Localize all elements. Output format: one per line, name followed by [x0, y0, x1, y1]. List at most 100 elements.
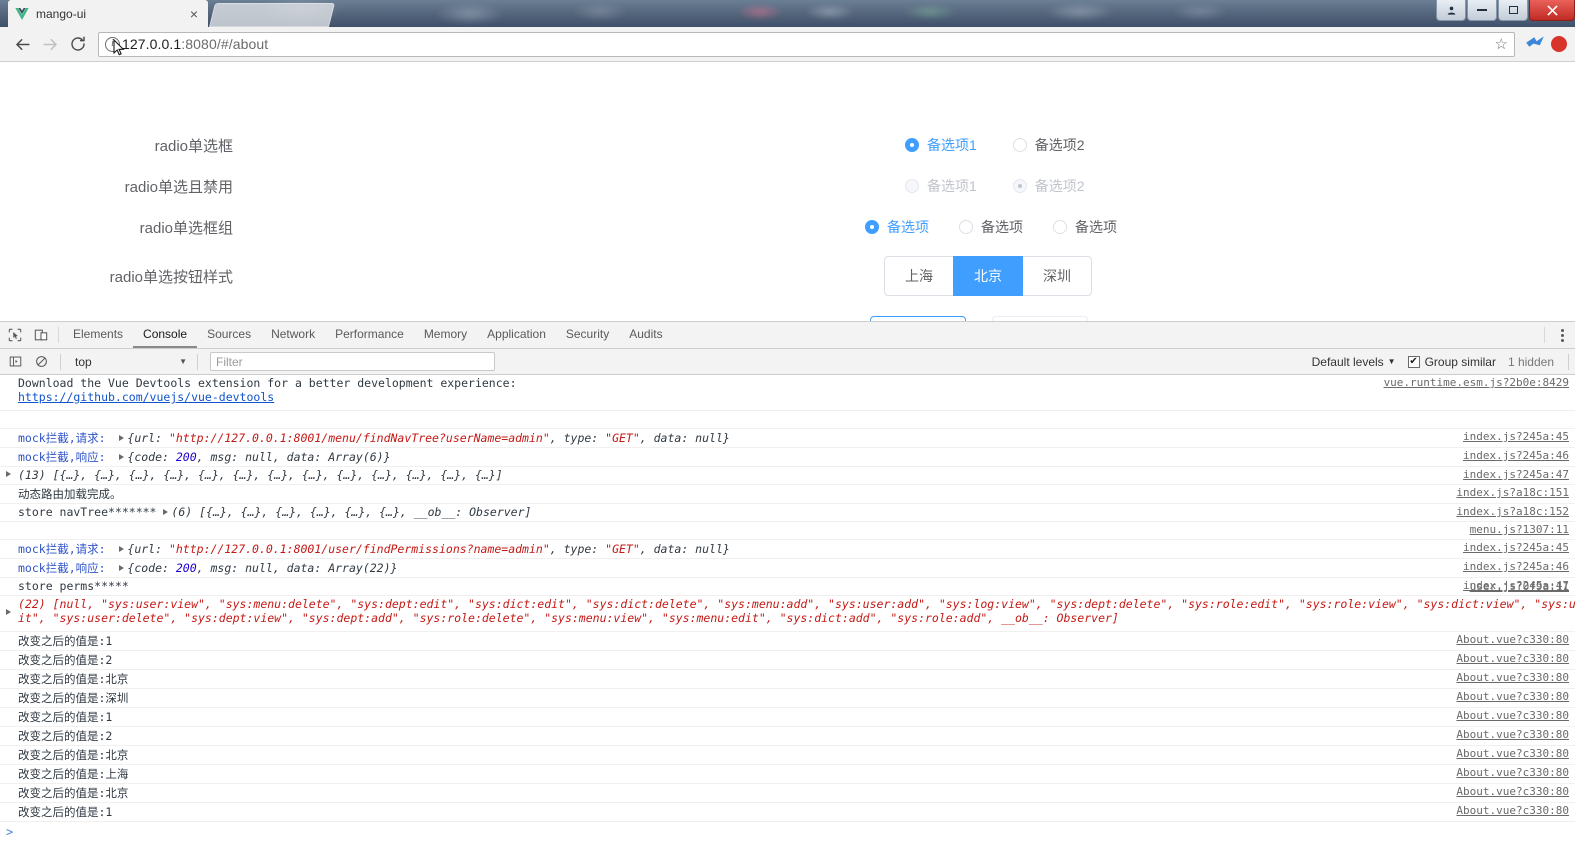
radio-button-beijing[interactable]: 北京 [954, 256, 1023, 296]
console-filter-bar: top ▼ Filter Default levels ▼ ✔ Group si… [0, 349, 1575, 375]
console-source-link[interactable]: index.js?a18c:151 [1456, 486, 1569, 499]
expand-triangle-icon[interactable] [163, 509, 169, 515]
maximize-button[interactable] [1498, 0, 1528, 21]
group-similar-toggle[interactable]: ✔ Group similar [1407, 355, 1496, 369]
tab-sources[interactable]: Sources [197, 322, 261, 348]
close-icon[interactable]: × [186, 6, 202, 22]
console-source-link[interactable]: About.vue?c330:80 [1456, 652, 1569, 665]
obj-mid: , type: [549, 431, 606, 445]
inactive-tab[interactable] [209, 3, 335, 27]
tab-memory[interactable]: Memory [414, 322, 477, 348]
vue-devtools-link[interactable]: https://github.com/vuejs/vue-devtools [18, 390, 274, 404]
tab-audits[interactable]: Audits [619, 322, 672, 348]
console-source-link[interactable]: index.js?a18c:152 [1456, 505, 1569, 518]
radio-button-shanghai[interactable]: 上海 [884, 256, 954, 296]
toolbar-divider [58, 327, 59, 343]
console-output[interactable]: Download the Vue Devtools extension for … [0, 375, 1575, 849]
expand-triangle-icon[interactable] [6, 471, 11, 477]
console-source-link[interactable]: menu.js?1307:11 [1470, 523, 1569, 536]
expand-triangle-icon[interactable] [119, 435, 125, 441]
expand-triangle-icon[interactable] [119, 546, 125, 552]
radio-option-2[interactable]: 备选项2 [1012, 135, 1085, 155]
inspect-element-icon[interactable] [2, 322, 28, 348]
obj-pre: {url: [127, 431, 169, 445]
url-host: 127.0.0.1 [122, 36, 182, 52]
context-selector[interactable]: top ▼ [71, 353, 191, 371]
minimize-button[interactable] [1467, 0, 1497, 21]
console-source-link[interactable]: index.js?245a:45 [1463, 430, 1569, 443]
console-source-link[interactable]: About.vue?c330:80 [1456, 709, 1569, 722]
radio-group-option-2[interactable]: 备选项 [959, 217, 1023, 237]
tab-network[interactable]: Network [261, 322, 325, 348]
group-similar-checkbox[interactable]: ✔ [1407, 355, 1420, 368]
tab-performance[interactable]: Performance [325, 322, 414, 348]
radio-group-option-1[interactable]: 备选项 [865, 217, 929, 237]
bookmark-star-icon[interactable]: ☆ [1495, 35, 1508, 53]
address-bar[interactable]: i 127.0.0.1:8080/#/about ☆ [98, 31, 1515, 57]
mock-tag: mock拦截,响应: [18, 450, 106, 464]
context-selector-value: top [75, 354, 92, 369]
console-source-link[interactable]: About.vue?c330:80 [1456, 690, 1569, 703]
radio-group-option-3[interactable]: 备选项 [1053, 217, 1117, 237]
console-source-link[interactable]: About.vue?c330:80 [1456, 747, 1569, 760]
console-message-change-log: 改变之后的值是:上海 About.vue?c330:80 [0, 765, 1575, 784]
vue-tip-line1: Download the Vue Devtools extension for … [18, 376, 517, 390]
console-prompt[interactable]: > [0, 822, 1575, 842]
console-source-link[interactable]: About.vue?c330:80 [1456, 804, 1569, 817]
console-source-link[interactable]: vue.runtime.esm.js?2b0e:8429 [1384, 376, 1569, 389]
console-source-link[interactable]: index.js?245a:45 [1463, 541, 1569, 554]
radio-disabled-option-1: 备选项1 [905, 176, 977, 196]
obj-end: , data: null} [639, 542, 730, 556]
clear-console-icon[interactable] [28, 355, 54, 368]
console-source-link[interactable]: About.vue?c330:80 [1456, 633, 1569, 646]
console-source-link[interactable]: user.js?0f9a:11 [1470, 580, 1569, 593]
console-source-link[interactable]: About.vue?c330:80 [1456, 785, 1569, 798]
chevron-down-icon: ▼ [179, 357, 187, 366]
bordered-radio-option-1[interactable]: 备选项 [870, 316, 966, 321]
prompt-chevron-icon: > [6, 825, 14, 839]
reload-icon[interactable] [64, 30, 92, 58]
console-message-change-log: 改变之后的值是:2 About.vue?c330:80 [0, 727, 1575, 746]
console-sidebar-icon[interactable] [2, 355, 28, 368]
extension-bird-icon[interactable] [1525, 34, 1545, 54]
device-toolbar-icon[interactable] [28, 322, 54, 348]
console-message-mock-response-2: mock拦截,响应: {code: 200, msg: null, data: … [0, 559, 1575, 578]
filter-input[interactable]: Filter [210, 352, 495, 371]
expand-triangle-icon[interactable] [6, 609, 11, 615]
expand-triangle-icon[interactable] [119, 454, 125, 460]
console-source-link[interactable]: About.vue?c330:80 [1456, 728, 1569, 741]
form-label-button-group: radio单选按钮样式 [109, 268, 233, 286]
console-message-change-log: 改变之后的值是:1 About.vue?c330:80 [0, 803, 1575, 822]
extension-circle-icon[interactable] [1551, 36, 1567, 52]
obj-end: , msg: null, data: Array(6)} [196, 450, 391, 464]
obj-mid: , type: [549, 542, 606, 556]
log-levels-selector[interactable]: Default levels ▼ [1312, 355, 1396, 369]
console-source-link[interactable]: index.js?245a:47 [1463, 468, 1569, 481]
console-source-link[interactable]: index.js?245a:46 [1463, 449, 1569, 462]
console-source-link[interactable]: About.vue?c330:80 [1456, 766, 1569, 779]
radio-button-shenzhen[interactable]: 深圳 [1023, 256, 1092, 296]
radio-option-1[interactable]: 备选项1 [905, 135, 977, 155]
console-message-text: (13) [{…}, {…}, {…}, {…}, {…}, {…}, {…},… [18, 468, 503, 482]
browser-tab-mango-ui[interactable]: mango-ui × [8, 0, 208, 27]
console-source-link[interactable]: About.vue?c330:80 [1456, 671, 1569, 684]
profile-user-icon[interactable] [1436, 0, 1466, 21]
back-icon[interactable] [8, 30, 36, 58]
site-info-icon[interactable]: i [105, 36, 120, 52]
tabbar-spacer [673, 322, 1540, 348]
form-row-button-group: radio单选按钮样式 上海 北京 深圳 [0, 256, 1575, 296]
store-object: (6) [{…}, {…}, {…}, {…}, {…}, {…}, __ob_… [171, 505, 532, 519]
console-message-text: store navTree******* (6) [{…}, {…}, {…},… [0, 505, 1575, 519]
tab-elements[interactable]: Elements [63, 322, 133, 348]
console-source-link[interactable]: index.js?245a:46 [1463, 560, 1569, 573]
obj-end: , msg: null, data: Array(22)} [196, 561, 398, 575]
close-window-button[interactable] [1529, 0, 1575, 21]
perms-line-1: (22) [null, "sys:user:view", "sys:menu:d… [18, 597, 1575, 611]
tab-strip: mango-ui × [0, 0, 1575, 27]
devtools-menu-icon[interactable] [1549, 322, 1575, 348]
tab-application[interactable]: Application [477, 322, 556, 348]
radio-label: 备选项1 [927, 137, 977, 153]
expand-triangle-icon[interactable] [119, 565, 125, 571]
tab-security[interactable]: Security [556, 322, 619, 348]
tab-console[interactable]: Console [133, 322, 198, 348]
